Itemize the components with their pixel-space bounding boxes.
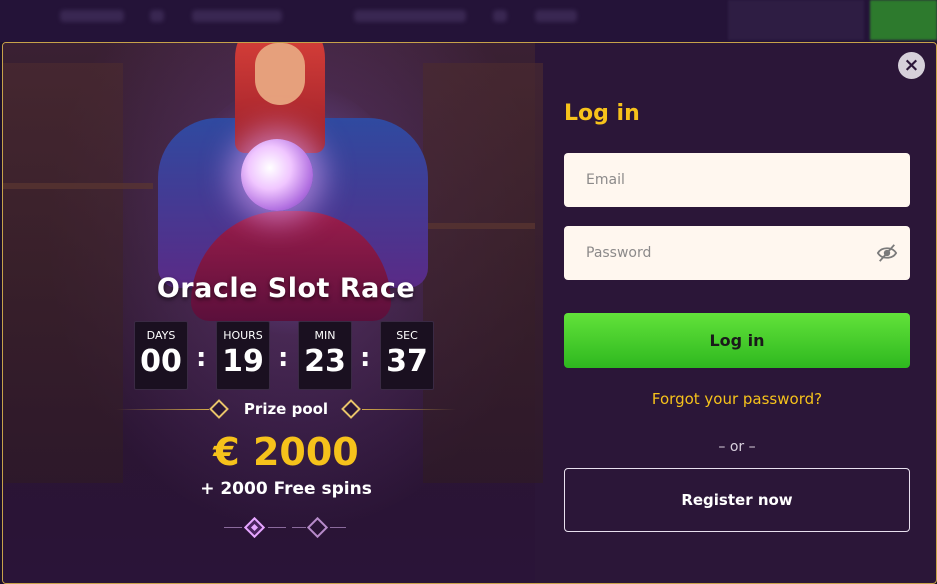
background-decoration bbox=[3, 183, 153, 189]
oracle-illustration bbox=[255, 43, 305, 105]
crystal-ball-illustration bbox=[241, 139, 313, 211]
countdown-label: HOURS bbox=[223, 329, 263, 342]
site-header bbox=[0, 0, 937, 42]
prize-pool-heading: Prize pool bbox=[116, 399, 456, 421]
countdown-label: MIN bbox=[314, 329, 336, 342]
countdown-separator: : bbox=[196, 343, 207, 373]
or-divider: – or – bbox=[718, 439, 756, 455]
nav-item-blurred bbox=[535, 10, 577, 22]
countdown-value: 19 bbox=[222, 344, 264, 379]
carousel-dot[interactable] bbox=[306, 516, 329, 539]
login-title: Log in bbox=[564, 101, 640, 126]
countdown-value: 37 bbox=[386, 344, 428, 379]
countdown-separator: : bbox=[360, 343, 371, 373]
countdown-seconds: SEC 37 bbox=[380, 321, 434, 390]
close-icon: × bbox=[903, 54, 920, 76]
nav-item-blurred bbox=[192, 10, 282, 22]
email-field[interactable] bbox=[564, 153, 910, 207]
countdown-separator: : bbox=[278, 343, 289, 373]
countdown-label: DAYS bbox=[146, 329, 176, 342]
divider bbox=[224, 527, 242, 528]
forgot-password-link[interactable]: Forgot your password? bbox=[564, 390, 910, 408]
login-button[interactable]: Log in bbox=[564, 313, 910, 368]
nav-icon-blurred bbox=[493, 10, 507, 22]
divider bbox=[268, 527, 286, 528]
promo-title: Oracle Slot Race bbox=[156, 273, 416, 304]
background-decoration bbox=[423, 223, 535, 229]
countdown-minutes: MIN 23 bbox=[298, 321, 352, 390]
countdown-label: SEC bbox=[396, 329, 418, 342]
email-input[interactable] bbox=[564, 153, 866, 207]
prize-amount: € 2000 bbox=[213, 430, 359, 474]
nav-item-blurred bbox=[354, 10, 466, 22]
close-button[interactable]: × bbox=[898, 52, 925, 79]
header-login-button-blurred bbox=[728, 0, 864, 40]
countdown-days: DAYS 00 bbox=[134, 321, 188, 390]
password-input[interactable] bbox=[564, 226, 866, 280]
eye-off-icon[interactable] bbox=[876, 243, 898, 263]
prize-free-spins: + 2000 Free spins bbox=[200, 479, 372, 499]
divider bbox=[362, 409, 456, 410]
carousel-dot-active[interactable] bbox=[243, 516, 266, 539]
countdown-value: 23 bbox=[304, 344, 346, 379]
promo-panel: Oracle Slot Race DAYS 00 : HOURS 19 : MI… bbox=[3, 43, 543, 583]
register-button[interactable]: Register now bbox=[564, 468, 910, 532]
carousel-pagination bbox=[224, 516, 346, 539]
countdown-hours: HOURS 19 bbox=[216, 321, 270, 390]
nav-item-blurred bbox=[60, 10, 124, 22]
divider bbox=[330, 527, 346, 528]
password-field[interactable] bbox=[564, 226, 910, 280]
login-modal: Oracle Slot Race DAYS 00 : HOURS 19 : MI… bbox=[2, 42, 937, 584]
header-register-button-blurred bbox=[870, 0, 937, 40]
nav-icon-blurred bbox=[150, 10, 164, 22]
divider bbox=[292, 527, 306, 528]
countdown-value: 00 bbox=[140, 344, 182, 379]
